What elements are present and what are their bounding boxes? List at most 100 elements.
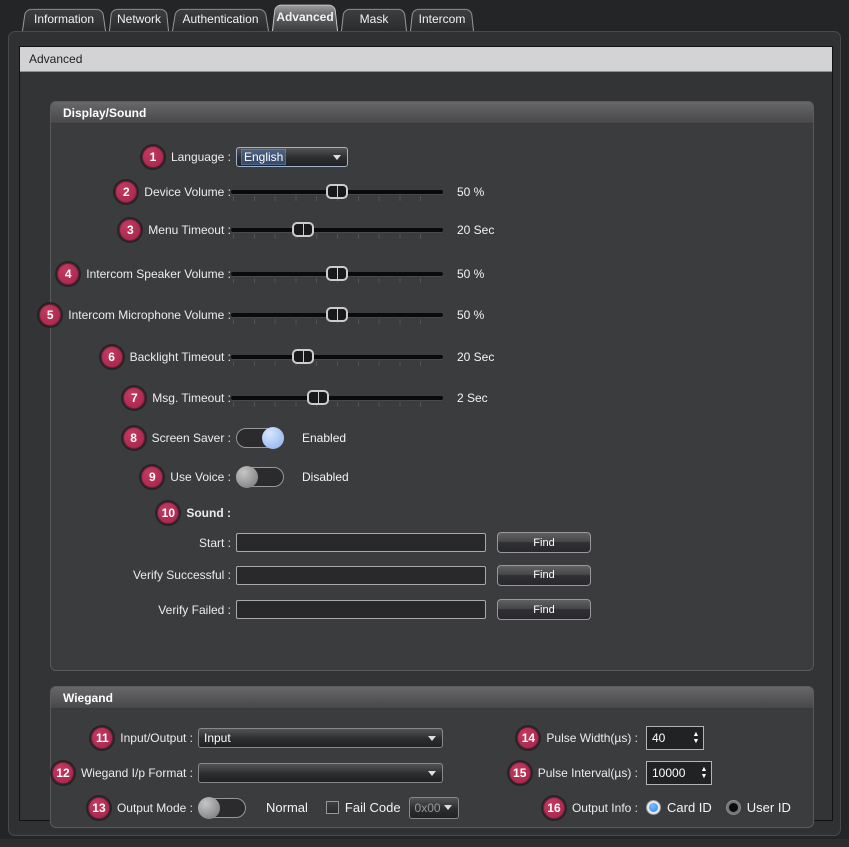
step-badge-3: 3: [119, 219, 141, 241]
start-sound-label: Start :: [199, 536, 231, 550]
device-volume-slider[interactable]: [231, 181, 443, 203]
verify-successful-input[interactable]: [236, 566, 486, 585]
input-output-row: 11 Input/Output : Input: [51, 720, 506, 755]
step-badge-4: 4: [57, 263, 79, 285]
verify-failed-row: Verify Failed : Find: [51, 595, 813, 624]
tab-advanced[interactable]: Advanced: [272, 2, 338, 31]
menu-timeout-label: Menu Timeout :: [148, 223, 231, 237]
fail-code-label: Fail Code: [345, 800, 401, 815]
start-sound-row: Start : Find: [51, 530, 813, 555]
output-mode-label-area: 13 Output Mode :: [51, 797, 193, 819]
use-voice-toggle[interactable]: [236, 467, 284, 487]
step-badge-13: 13: [88, 797, 110, 819]
backlight-timeout-label-area: 6 Backlight Timeout :: [51, 346, 231, 368]
intercom-microphone-volume-label-area: 5 Intercom Microphone Volume :: [51, 304, 231, 326]
wiegand-group-body: 11 Input/Output : Input 12 Wiega: [50, 708, 814, 828]
intercom-speaker-volume-row: 4 Intercom Speaker Volume : 50 %: [51, 253, 813, 294]
verify-successful-row: Verify Successful : Find: [51, 555, 813, 595]
output-mode-label: Output Mode :: [117, 801, 193, 815]
slider-thumb[interactable]: [326, 266, 348, 281]
intercom-speaker-volume-slider[interactable]: [231, 263, 443, 285]
wiegand-format-label-area: 12 Wiegand I/p Format :: [51, 762, 193, 784]
slider-thumb[interactable]: [292, 349, 314, 364]
slider-ticks: [233, 361, 441, 366]
intercom-speaker-volume-label: Intercom Speaker Volume :: [86, 267, 231, 281]
verify-successful-find-button[interactable]: Find: [497, 565, 591, 586]
language-row: 1 Language : English: [51, 137, 813, 177]
sound-label-area: 10 Sound :: [51, 502, 231, 524]
pulse-interval-spinner: ▲▼: [646, 761, 712, 785]
display-sound-group: Display/Sound 1 Language : English: [50, 101, 814, 671]
menu-timeout-slider[interactable]: [231, 219, 443, 241]
slider-ticks: [233, 402, 441, 407]
use-voice-label: Use Voice :: [170, 470, 231, 484]
intercom-microphone-volume-slider[interactable]: [231, 304, 443, 326]
menu-timeout-label-area: 3 Menu Timeout :: [51, 219, 231, 241]
use-voice-label-area: 9 Use Voice :: [51, 466, 231, 488]
output-info-row: 16 Output Info : Card ID User: [506, 790, 813, 825]
pulse-width-label-area: 14 Pulse Width(µs) :: [506, 727, 638, 749]
tab-information[interactable]: Information: [22, 7, 106, 31]
output-info-options: Card ID User ID: [646, 800, 791, 815]
input-output-label-area: 11 Input/Output :: [51, 727, 193, 749]
input-output-select[interactable]: Input: [198, 728, 443, 748]
card-id-option[interactable]: Card ID: [646, 800, 712, 815]
tab-mask[interactable]: Mask: [341, 7, 407, 31]
panel-body: Display/Sound 1 Language : English: [20, 72, 832, 828]
step-badge-16: 16: [543, 797, 565, 819]
screen-saver-label: Screen Saver :: [152, 431, 231, 445]
start-sound-input[interactable]: [236, 533, 486, 552]
verify-failed-input[interactable]: [236, 600, 486, 619]
screen-saver-toggle[interactable]: [236, 428, 284, 448]
pulse-interval-input[interactable]: [647, 762, 697, 784]
wiegand-right-column: 14 Pulse Width(µs) : ▲▼ 15 Pulse: [506, 720, 813, 827]
tab-authentication[interactable]: Authentication: [172, 7, 269, 31]
msg-timeout-slider[interactable]: [231, 387, 443, 409]
slider-track: [231, 228, 443, 232]
card-id-radio[interactable]: [646, 800, 661, 815]
intercom-microphone-volume-value: 50 %: [457, 308, 484, 322]
user-id-radio[interactable]: [726, 800, 741, 815]
display-sound-group-title: Display/Sound: [50, 101, 814, 123]
fail-code-checkbox[interactable]: [326, 801, 339, 814]
pulse-interval-label: Pulse Interval(µs) :: [538, 766, 638, 780]
start-find-button[interactable]: Find: [497, 532, 591, 553]
verify-failed-label: Verify Failed :: [158, 603, 231, 617]
use-voice-state: Disabled: [302, 470, 349, 484]
display-sound-group-body: 1 Language : English 2 Device Volume :: [50, 123, 814, 671]
pulse-width-input[interactable]: [647, 727, 689, 749]
wiegand-left-column: 11 Input/Output : Input 12 Wiega: [51, 720, 506, 827]
tab-bar: Information Network Authentication Advan…: [0, 0, 849, 31]
spinner-up-down-icon[interactable]: ▲▼: [689, 727, 703, 749]
slider-thumb[interactable]: [307, 390, 329, 405]
spinner-up-down-icon[interactable]: ▲▼: [697, 762, 711, 784]
tab-intercom[interactable]: Intercom: [410, 7, 474, 31]
intercom-microphone-volume-label: Intercom Microphone Volume :: [68, 308, 231, 322]
start-sound-label-area: Start :: [51, 536, 231, 550]
step-badge-14: 14: [517, 727, 539, 749]
language-select[interactable]: English: [236, 147, 348, 167]
user-id-label: User ID: [747, 800, 791, 815]
step-badge-8: 8: [123, 427, 145, 449]
output-mode-state: Normal: [266, 800, 308, 815]
slider-thumb[interactable]: [292, 222, 314, 237]
backlight-timeout-slider[interactable]: [231, 346, 443, 368]
tab-network[interactable]: Network: [109, 7, 169, 31]
slider-thumb[interactable]: [326, 184, 348, 199]
slider-thumb[interactable]: [326, 307, 348, 322]
window-bottom-edge: [0, 839, 849, 847]
output-mode-toggle[interactable]: [198, 798, 246, 818]
card-id-label: Card ID: [667, 800, 712, 815]
fail-code-select[interactable]: 0x00: [409, 797, 459, 819]
step-badge-9: 9: [141, 466, 163, 488]
intercom-speaker-volume-value: 50 %: [457, 267, 484, 281]
step-badge-12: 12: [52, 762, 74, 784]
step-badge-5: 5: [39, 304, 61, 326]
wiegand-format-select[interactable]: [198, 763, 443, 783]
tab-authentication-label: Authentication: [182, 12, 258, 26]
toggle-knob: [262, 427, 284, 449]
user-id-option[interactable]: User ID: [726, 800, 791, 815]
verify-failed-find-button[interactable]: Find: [497, 599, 591, 620]
wiegand-format-row: 12 Wiegand I/p Format :: [51, 755, 506, 790]
use-voice-row: 9 Use Voice : Disabled: [51, 458, 813, 495]
